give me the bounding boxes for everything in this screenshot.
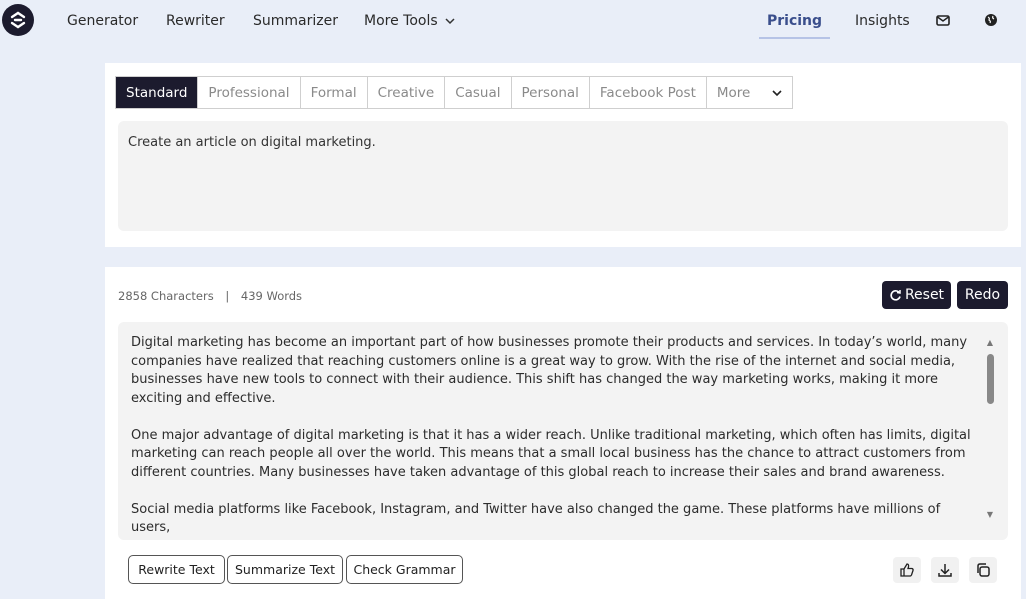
logo-icon[interactable] — [2, 4, 34, 36]
output-area[interactable]: Digital marketing has become an importan… — [118, 322, 1008, 540]
refresh-icon — [890, 289, 901, 301]
tab-standard[interactable]: Standard — [116, 77, 199, 108]
nav-generator[interactable]: Generator — [67, 13, 138, 29]
chevron-down-icon — [445, 18, 455, 25]
thumbs-up-icon[interactable] — [893, 557, 921, 583]
tab-personal[interactable]: Personal — [512, 77, 590, 108]
rewrite-text-button[interactable]: Rewrite Text — [128, 555, 225, 584]
tab-more-label: More — [716, 84, 751, 101]
summarize-text-button[interactable]: Summarize Text — [227, 555, 343, 584]
output-paragraph: One major advantage of digital marketing… — [131, 427, 971, 480]
output-panel: 2858 Characters | 439 Words Reset Redo D… — [105, 267, 1021, 599]
output-paragraph: Social media platforms like Facebook, In… — [131, 501, 941, 536]
tab-professional[interactable]: Professional — [198, 77, 301, 108]
word-count: 439 Words — [240, 289, 303, 303]
output-paragraph: Digital marketing has become an importan… — [131, 335, 968, 406]
output-scrollbar[interactable]: ▲ ▼ — [984, 338, 996, 520]
nav-pricing[interactable]: Pricing — [759, 13, 831, 39]
redo-button[interactable]: Redo — [957, 281, 1008, 309]
scroll-up-arrow-icon[interactable]: ▲ — [984, 338, 996, 348]
tab-casual[interactable]: Casual — [445, 77, 512, 108]
nav-more-tools[interactable]: More Tools — [364, 13, 455, 29]
globe-icon[interactable] — [983, 12, 999, 28]
text-stats: 2858 Characters | 439 Words — [118, 289, 302, 303]
tab-creative[interactable]: Creative — [368, 77, 446, 108]
nav-summarizer[interactable]: Summarizer — [253, 13, 338, 29]
top-nav: Generator Rewriter Summarizer More Tools… — [0, 0, 1026, 44]
prompt-input[interactable]: Create an article on digital marketing. — [118, 121, 1008, 231]
download-icon[interactable] — [931, 557, 959, 583]
mail-icon[interactable] — [935, 12, 951, 28]
chevron-down-icon — [772, 89, 782, 96]
nav-insights[interactable]: Insights — [855, 13, 910, 29]
tab-formal[interactable]: Formal — [301, 77, 368, 108]
copy-icon[interactable] — [969, 557, 997, 583]
input-panel: Standard Professional Formal Creative Ca… — [105, 63, 1021, 247]
tab-more-dropdown[interactable]: More — [707, 77, 792, 108]
character-count: 2858 Characters — [118, 289, 214, 303]
output-text: Digital marketing has become an importan… — [131, 334, 971, 540]
scrollbar-thumb[interactable] — [987, 354, 994, 404]
tone-tabs: Standard Professional Formal Creative Ca… — [115, 76, 794, 109]
check-grammar-button[interactable]: Check Grammar — [346, 555, 463, 584]
reset-button[interactable]: Reset — [882, 281, 951, 309]
nav-more-tools-label: More Tools — [364, 13, 438, 29]
reset-label: Reset — [904, 287, 945, 303]
tab-facebook-post[interactable]: Facebook Post — [590, 77, 707, 108]
scroll-down-arrow-icon[interactable]: ▼ — [984, 510, 996, 520]
stats-separator: | — [225, 289, 230, 303]
nav-rewriter[interactable]: Rewriter — [166, 13, 225, 29]
